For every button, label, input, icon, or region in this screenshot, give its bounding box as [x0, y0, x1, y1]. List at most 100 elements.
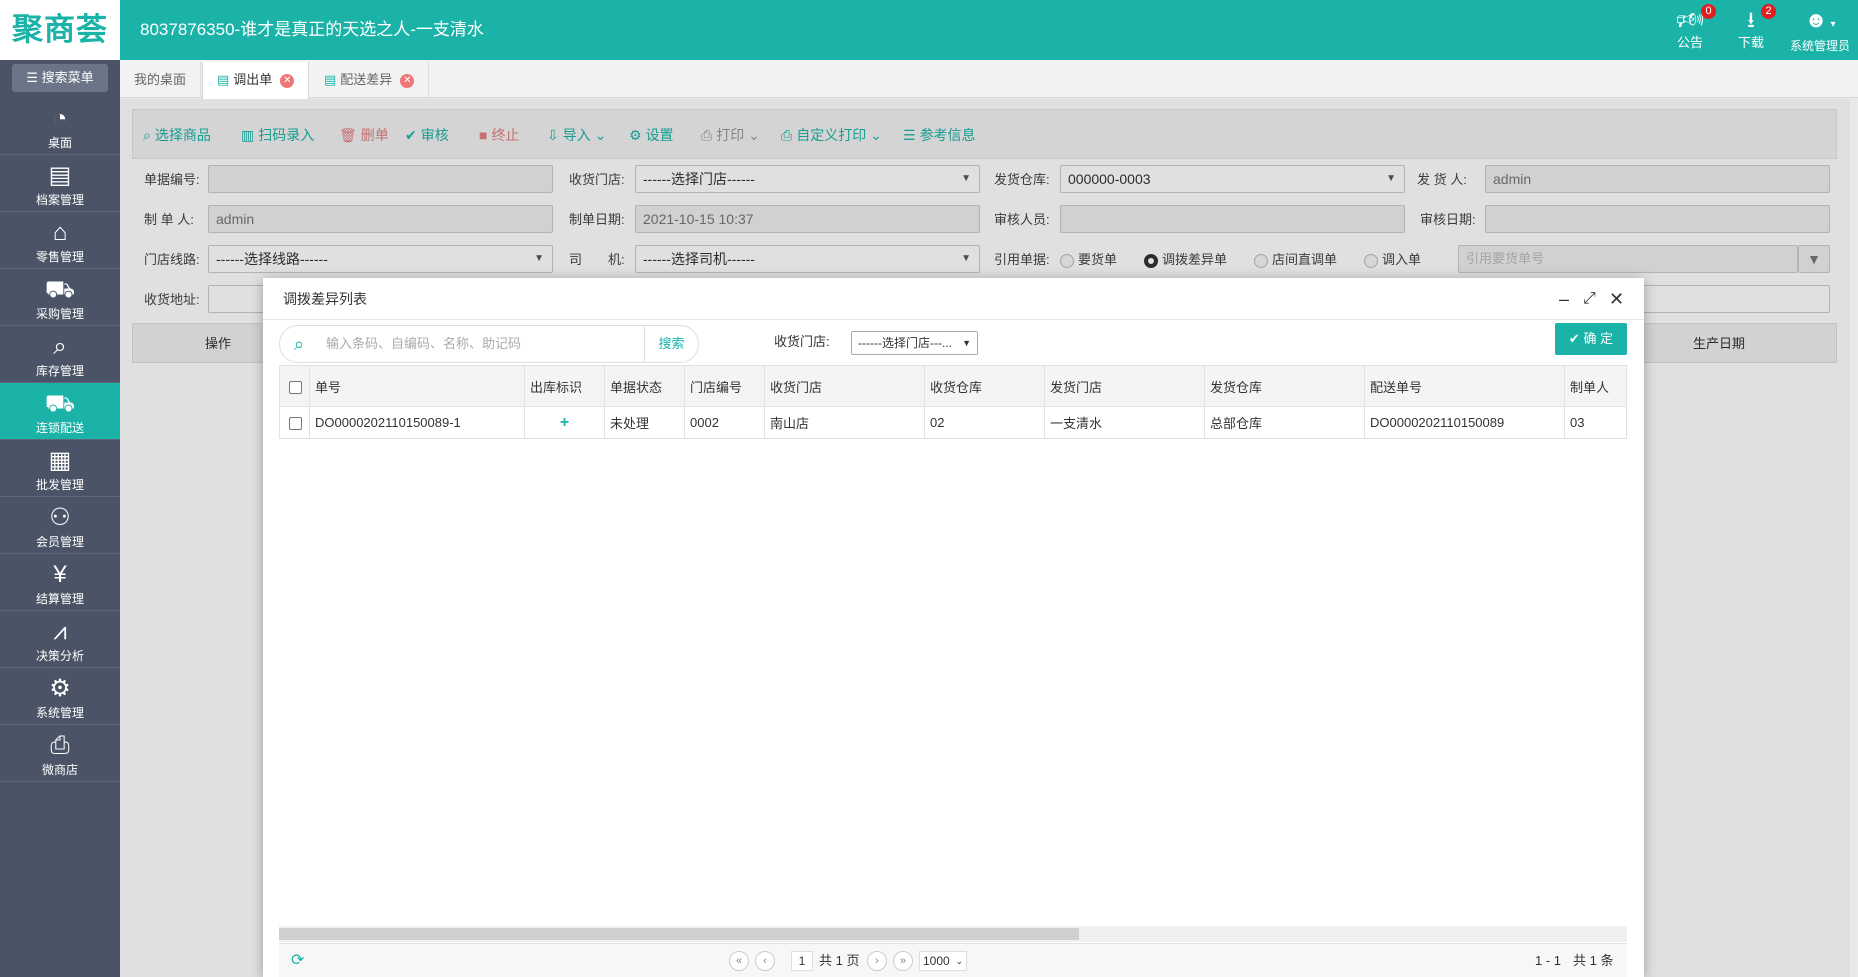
sidebar-item-label: 决策分析 [35, 649, 84, 663]
page-size-select[interactable]: 1000 ⌄ [919, 951, 967, 971]
sidebar-item-label: 批发管理 [35, 478, 84, 492]
tab-my-desktop[interactable]: 我的桌面 [120, 62, 202, 98]
cell-ship-store: 一支清水 [1044, 406, 1205, 439]
cart-icon: ⛟ [44, 276, 76, 303]
sidebar-item-purchase[interactable]: ⛟ 采购管理 [0, 269, 120, 326]
col-delivery-no[interactable]: 配送单号 [1364, 365, 1565, 407]
truck-icon: ⛟ [44, 390, 76, 417]
refresh-icon[interactable]: ⟳ [291, 944, 304, 977]
tab-transfer-out[interactable]: ▤ 调出单 ✕ [202, 62, 310, 99]
pager: ⟳ « ‹ 1 共 1 页 › » 1000 ⌄ 1 - 1 共 1 条 [279, 943, 1627, 977]
col-recv-wh[interactable]: 收货仓库 [924, 365, 1045, 407]
search-input[interactable]: 输入条码、自编码、名称、助记码 [326, 326, 521, 362]
cell-status: 未处理 [604, 406, 685, 439]
cell-ship-wh: 总部仓库 [1204, 406, 1365, 439]
button-label: 确 定 [1583, 331, 1614, 346]
archive-icon: ▤ [48, 162, 72, 189]
col-store-no[interactable]: 门店编号 [684, 365, 765, 407]
sidebar-item-label: 采购管理 [35, 307, 84, 321]
sidebar-item-label: 系统管理 [35, 706, 84, 720]
gear-icon: ⚙ [49, 675, 71, 702]
user-menu[interactable]: ☻ ▾ 系统管理员 [1790, 8, 1850, 54]
horizontal-scrollbar[interactable] [279, 926, 1627, 942]
sidebar-item-system[interactable]: ⚙ 系统管理 [0, 668, 120, 725]
col-status[interactable]: 单据状态 [604, 365, 685, 407]
sidebar-item-label: 库存管理 [35, 364, 84, 378]
total-pages: 共 1 页 [819, 953, 860, 968]
menu-search-label: 搜索菜单 [41, 70, 94, 85]
search-box: ⌕ 输入条码、自编码、名称、助记码 搜索 [279, 325, 699, 363]
scrollbar-thumb[interactable] [279, 928, 1079, 940]
download-button[interactable]: ⭳ 2 下载 [1738, 4, 1777, 51]
sidebar: ☰ 搜索菜单 ◔ 桌面 ▤ 档案管理 ⌂ 零售管理 ⛟ 采购管理 ⌕ 库存管理 ⛟ 连锁配送… [0, 60, 120, 977]
avatar: ☻ ▾ [1804, 7, 1836, 32]
table-row[interactable]: DO0000202110150089-1 + 未处理 0002 南山店 02 一… [279, 406, 1627, 439]
tab-delivery-diff[interactable]: ▤ 配送差异 ✕ [310, 62, 430, 98]
record-range: 1 - 1 [1535, 953, 1562, 968]
select-all-checkbox[interactable] [279, 365, 310, 407]
next-page-icon[interactable]: › [867, 951, 887, 971]
bag-icon: ⎙ [50, 732, 70, 759]
cell-store-no: 0002 [684, 406, 765, 439]
select-value: 1000 [923, 954, 950, 968]
sidebar-item-member[interactable]: ⚇ 会员管理 [0, 497, 120, 554]
row-checkbox[interactable] [279, 406, 310, 439]
minimize-icon[interactable]: – [1559, 278, 1569, 320]
app-logo: 聚商荟 [0, 0, 120, 60]
col-ship-store[interactable]: 发货门店 [1044, 365, 1205, 407]
close-icon[interactable]: ✕ [400, 73, 415, 88]
cell-delivery-no: DO0000202110150089 [1364, 406, 1565, 439]
check-icon: ✔ [1568, 331, 1584, 346]
top-bar: 聚商荟 8037876350-谁才是真正的天选之人-一支清水 🕬 0 公告 ⭳ 2 … [0, 0, 1858, 60]
prev-page-icon[interactable]: ‹ [755, 951, 775, 971]
announce-badge: 0 [1701, 4, 1717, 19]
sidebar-item-label: 连锁配送 [35, 421, 84, 435]
col-doc-no[interactable]: 单号 [309, 365, 525, 407]
col-out-flag[interactable]: 出库标识 [524, 365, 605, 407]
table-header-row: 单号 出库标识 单据状态 门店编号 收货门店 收货仓库 发货门店 发货仓库 配送… [279, 365, 1627, 407]
col-ship-wh[interactable]: 发货仓库 [1204, 365, 1365, 407]
sidebar-item-desktop[interactable]: ◔ 桌面 [0, 98, 120, 155]
tab-label: 我的桌面 [134, 72, 187, 87]
checkbox-icon [289, 380, 302, 394]
close-icon[interactable]: ✕ [280, 73, 295, 88]
menu-search-button[interactable]: ☰ 搜索菜单 [12, 64, 108, 92]
settlement-icon: ¥ [53, 561, 67, 588]
close-icon[interactable]: ✕ [1609, 278, 1624, 320]
sidebar-item-chain-delivery[interactable]: ⛟ 连锁配送 [0, 383, 120, 440]
first-page-icon[interactable]: « [729, 951, 749, 971]
document-icon: ▤ [217, 72, 230, 87]
tab-label: 配送差异 [340, 72, 393, 87]
sidebar-item-retail[interactable]: ⌂ 零售管理 [0, 212, 120, 269]
store-icon: ⌂ [52, 219, 68, 246]
diff-table: 单号 出库标识 单据状态 门店编号 收货门店 收货仓库 发货门店 发货仓库 配送… [279, 365, 1627, 439]
sidebar-item-label: 结算管理 [35, 592, 84, 606]
confirm-button[interactable]: ✔ 确 定 [1555, 323, 1627, 355]
sidebar-item-wholesale[interactable]: ▦ 批发管理 [0, 440, 120, 497]
cell-out-flag[interactable]: + [524, 406, 605, 439]
col-recv-store[interactable]: 收货门店 [764, 365, 925, 407]
page-input[interactable]: 1 [791, 951, 813, 971]
sidebar-item-settlement[interactable]: ¥ 结算管理 [0, 554, 120, 611]
sidebar-item-label: 零售管理 [35, 250, 84, 264]
cell-maker: 03 [1564, 406, 1627, 439]
select-value: ------选择门店---... [858, 336, 952, 350]
search-button[interactable]: 搜索 [644, 326, 698, 362]
cell-doc-no[interactable]: DO0000202110150089-1 [309, 406, 525, 439]
cell-recv-store: 南山店 [764, 406, 925, 439]
sidebar-item-analysis[interactable]: ⩘ 决策分析 [0, 611, 120, 668]
store-filter-select[interactable]: ------选择门店---... ▼ [851, 331, 978, 355]
sidebar-item-microshop[interactable]: ⎙ 微商店 [0, 725, 120, 782]
menu-list-icon: ☰ [26, 70, 42, 85]
chart-icon: ⩘ [53, 618, 67, 645]
document-icon: ▤ [324, 72, 337, 87]
maximize-icon[interactable]: ⤢ [1583, 278, 1596, 320]
announce-label: 公告 [1677, 35, 1704, 50]
checkbox-icon [289, 417, 302, 431]
cell-recv-wh: 02 [924, 406, 1045, 439]
sidebar-item-inventory[interactable]: ⌕ 库存管理 [0, 326, 120, 383]
last-page-icon[interactable]: » [893, 951, 913, 971]
announce-button[interactable]: 🕬 0 公告 [1676, 4, 1717, 51]
sidebar-item-archive[interactable]: ▤ 档案管理 [0, 155, 120, 212]
col-maker[interactable]: 制单人 [1564, 365, 1627, 407]
